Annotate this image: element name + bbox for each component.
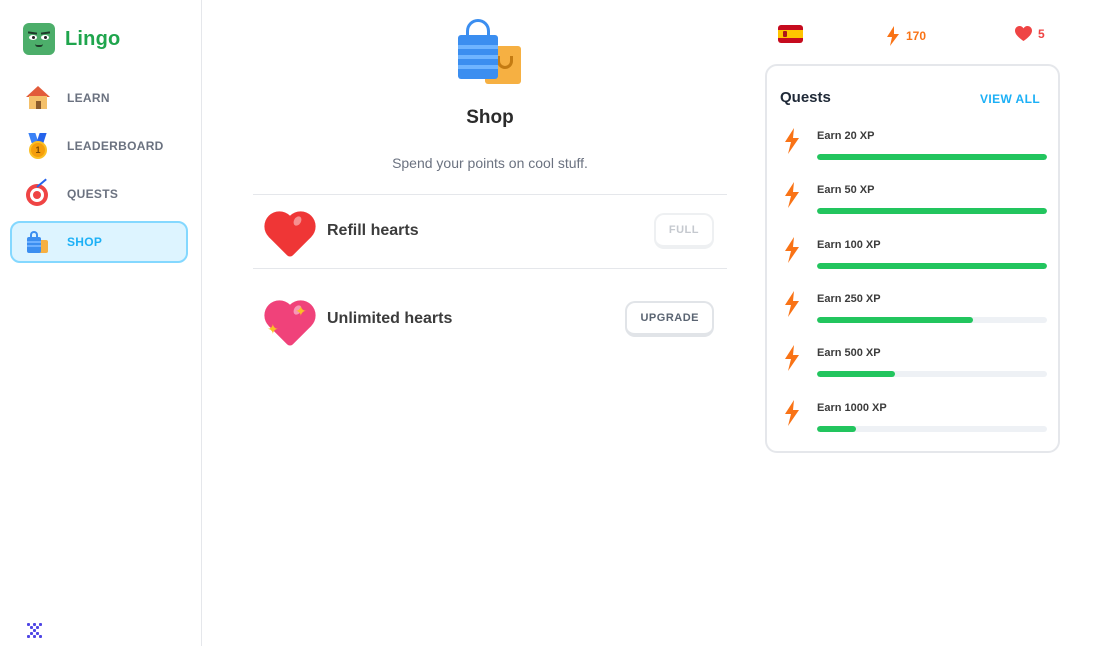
sidebar-nav: LEARN 1 LEADERBOARD QUESTS SHOP [10, 77, 188, 269]
lightning-icon [785, 291, 799, 317]
quest-item: Earn 50 XP [780, 182, 1050, 228]
quest-label: Earn 50 XP [817, 184, 875, 196]
view-all-link[interactable]: VIEW ALL [980, 92, 1040, 106]
xp-value: 170 [906, 29, 927, 43]
sidebar-item-label: LEADERBOARD [67, 139, 164, 153]
user-stats: 170 5 [778, 22, 1058, 46]
lightning-icon [887, 26, 899, 46]
medal-icon: 1 [25, 133, 51, 159]
quest-progress-bar [817, 371, 1047, 377]
shopping-bag-icon [25, 229, 51, 255]
quest-label: Earn 100 XP [817, 239, 881, 251]
lightning-icon [785, 182, 799, 208]
quest-progress-bar [817, 154, 1047, 160]
sidebar-item-learn[interactable]: LEARN [10, 77, 188, 119]
upgrade-button[interactable]: UPGRADE [625, 301, 714, 337]
hearts-counter[interactable]: 5 [1015, 26, 1045, 42]
full-button[interactable]: FULL [653, 213, 714, 249]
sparkling-heart-icon: ✦ ✦ [267, 301, 313, 348]
quest-item: Earn 1000 XP [780, 400, 1050, 446]
lightning-icon [785, 400, 799, 426]
sidebar-item-leaderboard[interactable]: 1 LEADERBOARD [10, 125, 188, 167]
quest-progress-fill [817, 317, 974, 323]
shop-item-unlimited-hearts: ✦ ✦ Unlimited hearts UPGRADE [253, 269, 727, 348]
quest-progress-fill [817, 263, 1047, 269]
sidebar-item-quests[interactable]: QUESTS [10, 173, 188, 215]
quest-progress-fill [817, 154, 1047, 160]
quest-progress-bar [817, 263, 1047, 269]
house-icon [25, 85, 51, 111]
logo[interactable]: Lingo [23, 23, 120, 55]
sidebar: Lingo LEARN 1 LEADERBOARD QUESTS SHOP [0, 0, 202, 646]
app-name: Lingo [65, 27, 121, 50]
quests-title: Quests [780, 89, 831, 106]
heart-icon [1015, 26, 1032, 41]
quest-progress-bar [817, 317, 1047, 323]
quest-progress-fill [817, 426, 857, 432]
shop-item-refill-hearts: Refill hearts FULL [253, 195, 727, 269]
quest-item: Earn 20 XP [780, 128, 1050, 174]
quest-progress-bar [817, 426, 1047, 432]
quest-label: Earn 20 XP [817, 130, 875, 142]
shop-item-title: Unlimited hearts [327, 310, 453, 327]
sidebar-item-label: LEARN [67, 91, 110, 105]
quest-progress-fill [817, 371, 896, 377]
page-subtitle: Spend your points on cool stuff. [392, 155, 588, 171]
quests-card: Quests VIEW ALL Earn 20 XP Earn 50 XP Earn… [765, 64, 1060, 453]
target-icon [25, 178, 51, 207]
heart-icon [267, 212, 313, 259]
app-root: Lingo LEARN 1 LEADERBOARD QUESTS SHOP Sh… [0, 0, 1108, 646]
quest-label: Earn 250 XP [817, 293, 881, 305]
xp-counter[interactable]: 170 [886, 26, 926, 46]
lightning-icon [785, 237, 799, 263]
spain-flag-icon[interactable] [778, 25, 803, 43]
mascot-logo-icon [23, 23, 55, 55]
quest-item: Earn 250 XP [780, 291, 1050, 337]
quest-label: Earn 1000 XP [817, 402, 887, 414]
shop-item-title: Refill hearts [327, 222, 419, 239]
sidebar-item-label: QUESTS [67, 187, 119, 201]
quest-progress-bar [817, 208, 1047, 214]
hearts-value: 5 [1038, 27, 1045, 41]
quest-progress-fill [817, 208, 1047, 214]
shop-main: Shop Spend your points on cool stuff. Re… [253, 0, 727, 646]
quest-label: Earn 500 XP [817, 347, 881, 359]
shopping-bags-icon [457, 18, 523, 86]
quest-item: Earn 500 XP [780, 345, 1050, 391]
page-title: Shop [466, 107, 514, 128]
sidebar-item-shop[interactable]: SHOP [10, 221, 188, 263]
lightning-icon [785, 345, 799, 371]
lightning-icon [785, 128, 799, 154]
grid-menu-icon[interactable] [27, 623, 43, 639]
sidebar-item-label: SHOP [67, 235, 103, 249]
quest-item: Earn 100 XP [780, 237, 1050, 283]
